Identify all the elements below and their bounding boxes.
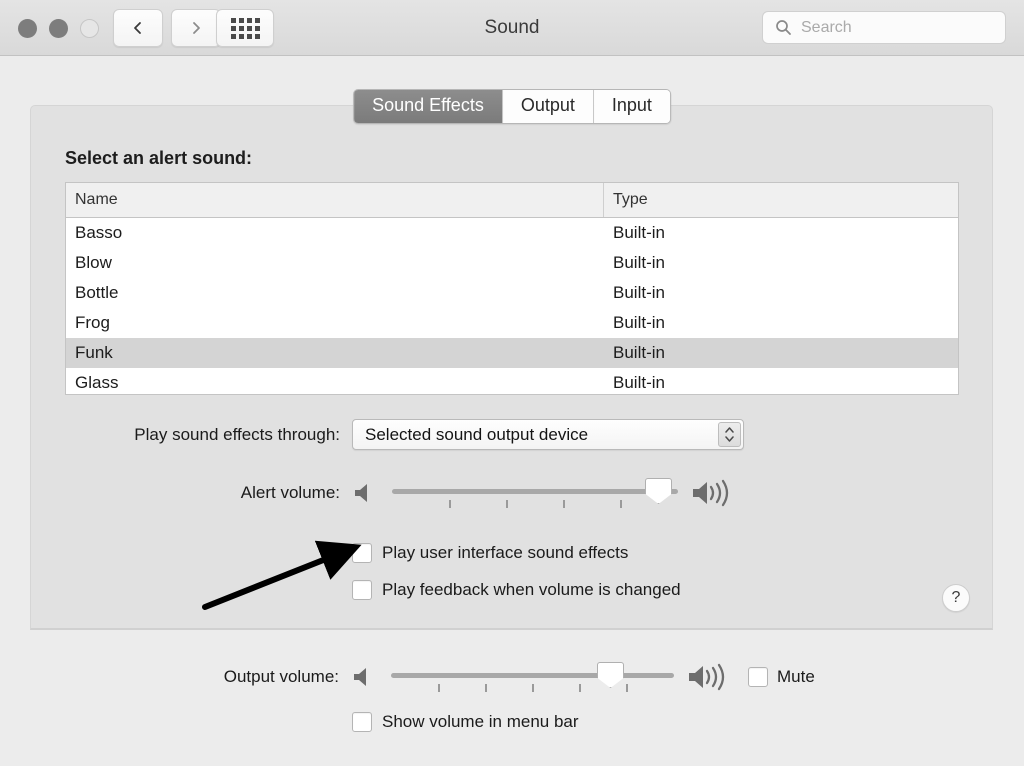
cell-type: Built-in xyxy=(613,223,665,242)
output-volume-ticks xyxy=(391,684,674,692)
output-volume-row: Output volume: Mute xyxy=(64,660,964,694)
checkbox-box[interactable] xyxy=(352,543,372,563)
checkbox-box[interactable] xyxy=(352,712,372,732)
checkbox-box[interactable] xyxy=(352,580,372,600)
search-field[interactable]: Search xyxy=(762,11,1006,44)
speaker-low-icon xyxy=(355,484,367,502)
alert-volume-track[interactable] xyxy=(392,489,678,494)
cell-name: Basso xyxy=(75,223,123,242)
table-row[interactable]: Blow Built-in xyxy=(66,248,958,278)
tab-output[interactable]: Output xyxy=(502,90,594,123)
alert-volume-label: Alert volume: xyxy=(240,483,340,502)
alert-volume-row: Alert volume: xyxy=(65,476,959,510)
alert-volume-slider[interactable] xyxy=(392,476,678,510)
search-placeholder: Search xyxy=(801,18,852,36)
help-button[interactable]: ? xyxy=(942,584,970,612)
cell-name: Frog xyxy=(75,313,110,332)
play-through-row: Play sound effects through: Selected sou… xyxy=(65,419,959,450)
window-titlebar: Sound Search xyxy=(0,0,1024,56)
checkbox-label: Play feedback when volume is changed xyxy=(382,580,681,599)
tab-input[interactable]: Input xyxy=(593,90,670,123)
search-icon xyxy=(776,20,791,35)
cell-name: Bottle xyxy=(75,283,119,302)
output-volume-label: Output volume: xyxy=(223,667,339,686)
alert-volume-ticks xyxy=(392,500,678,508)
checkbox-play-ui-sound-effects[interactable]: Play user interface sound effects xyxy=(352,543,628,563)
speaker-high-icon xyxy=(693,479,729,507)
checkbox-mute-label: Mute xyxy=(777,667,815,686)
speaker-high-icon xyxy=(689,663,725,691)
column-header-type[interactable]: Type xyxy=(604,183,958,217)
checkbox-show-volume-menu-bar[interactable]: Show volume in menu bar xyxy=(352,712,579,732)
checkbox-mute-box[interactable] xyxy=(748,667,768,687)
table-row-selected[interactable]: Funk Built-in xyxy=(66,338,958,368)
updown-chevron-icon xyxy=(718,422,741,447)
tab-sound-effects[interactable]: Sound Effects xyxy=(354,90,503,123)
table-row[interactable]: Bottle Built-in xyxy=(66,278,958,308)
select-alert-sound-label: Select an alert sound: xyxy=(65,148,253,168)
output-volume-track[interactable] xyxy=(391,673,674,678)
speaker-low-icon xyxy=(354,668,366,686)
alert-sound-table[interactable]: Name Type Basso Built-in Blow Built-in B… xyxy=(65,182,959,395)
table-row[interactable]: Frog Built-in xyxy=(66,308,958,338)
table-header-row: Name Type xyxy=(66,183,958,218)
cell-type: Built-in xyxy=(613,283,665,302)
cell-type: Built-in xyxy=(613,373,665,392)
cell-type: Built-in xyxy=(613,313,665,332)
cell-type: Built-in xyxy=(613,343,665,362)
cell-name: Funk xyxy=(75,343,113,362)
table-row[interactable]: Glass Built-in xyxy=(66,368,958,394)
cell-name: Glass xyxy=(75,373,119,392)
output-volume-slider[interactable] xyxy=(391,660,674,694)
table-row[interactable]: Basso Built-in xyxy=(66,218,958,248)
play-through-label: Play sound effects through: xyxy=(134,424,340,444)
output-device-dropdown[interactable]: Selected sound output device xyxy=(352,419,744,450)
cell-name: Blow xyxy=(75,253,112,272)
sound-effects-panel: Select an alert sound: Name Type Basso B… xyxy=(30,105,993,630)
output-device-value: Selected sound output device xyxy=(365,424,589,444)
sound-preferences-window: Sound Search Sound Effects Output Input … xyxy=(0,0,1024,766)
column-header-name[interactable]: Name xyxy=(66,183,604,217)
cell-type: Built-in xyxy=(613,253,665,272)
checkbox-label: Play user interface sound effects xyxy=(382,543,629,562)
checkbox-label: Show volume in menu bar xyxy=(382,712,579,731)
checkbox-play-feedback-volume[interactable]: Play feedback when volume is changed xyxy=(352,580,681,600)
tab-bar: Sound Effects Output Input xyxy=(353,89,671,124)
